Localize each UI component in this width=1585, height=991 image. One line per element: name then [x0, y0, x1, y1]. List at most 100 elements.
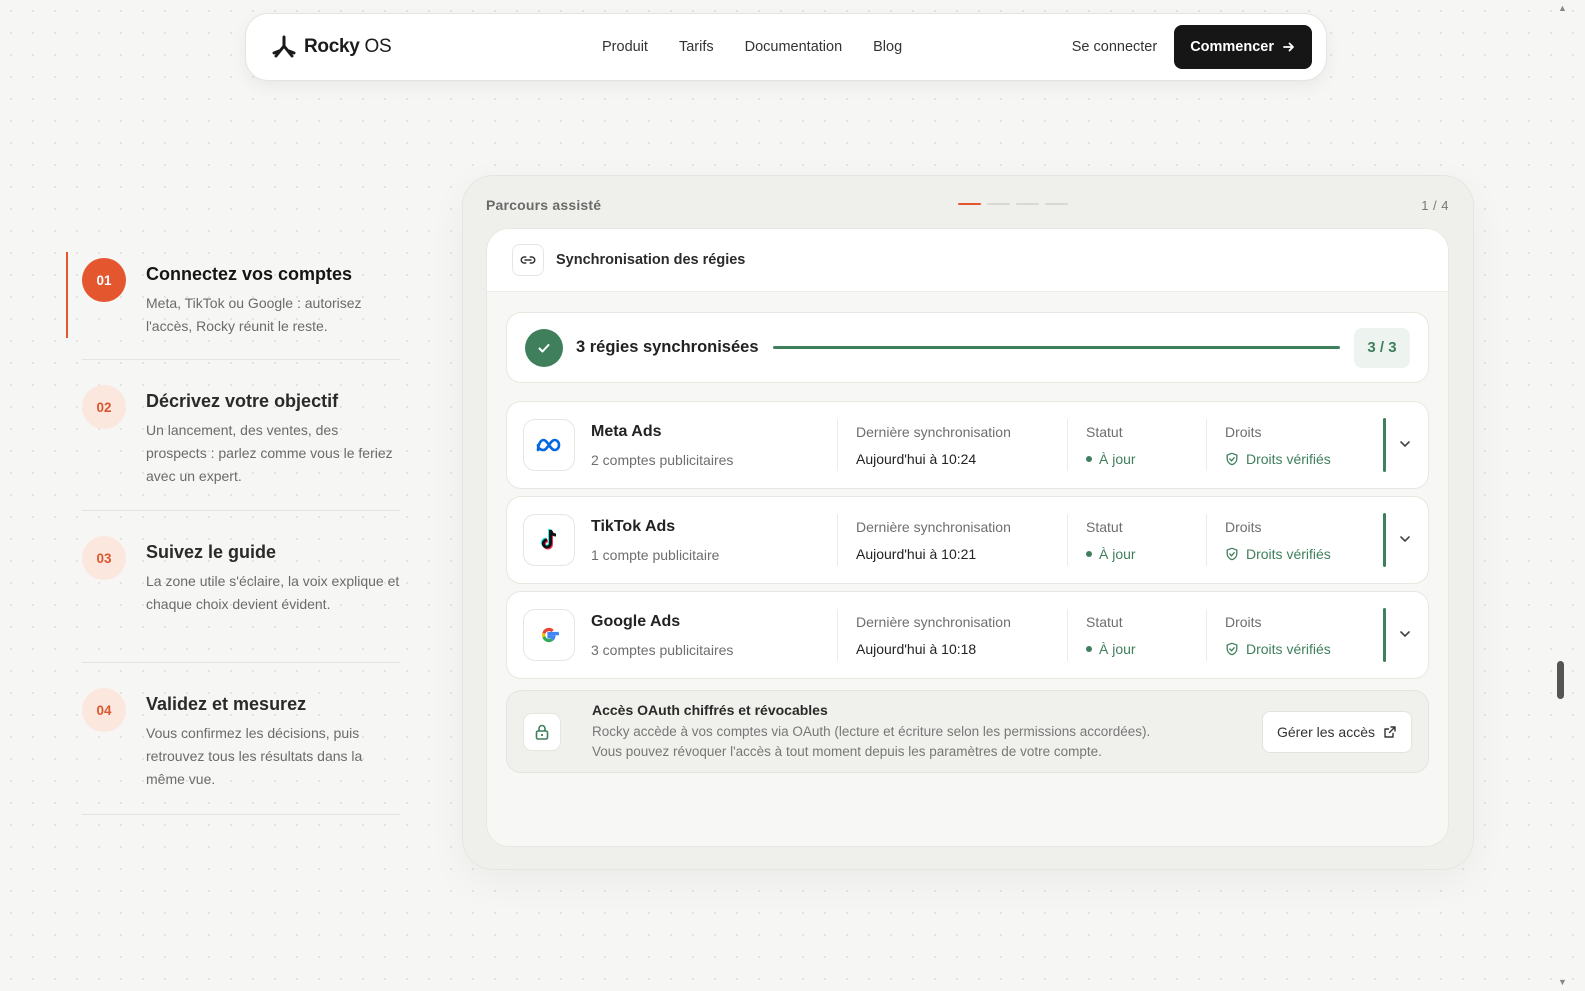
sync-card-title: Synchronisation des régies — [556, 252, 746, 268]
nav-actions: Se connecter Commencer — [1072, 25, 1312, 69]
step-number: 01 — [82, 258, 126, 302]
scrollbar-thumb[interactable] — [1557, 661, 1564, 699]
oauth-notice: Accès OAuth chiffrés et révocables Rocky… — [507, 691, 1428, 772]
step-description: Meta, TikTok ou Google : autorisez l'acc… — [146, 295, 362, 334]
status-label: Statut — [1086, 423, 1123, 440]
row-accent-bar — [1383, 513, 1386, 567]
step-title: Connectez vos comptes — [146, 264, 353, 284]
step-item-4[interactable]: 04 Validez et mesurez Vous confirmez les… — [66, 663, 400, 787]
rights-value: Droits vérifiés — [1246, 450, 1331, 467]
step-item-3[interactable]: 03 Suivez le guide La zone utile s'éclai… — [66, 511, 400, 635]
sync-count-badge: 3 / 3 — [1354, 327, 1410, 368]
platform-accounts: 2 comptes publicitaires — [591, 451, 734, 468]
step-number: 03 — [82, 536, 126, 580]
sync-summary-text: 3 régies synchronisées — [576, 338, 759, 356]
oauth-description-line-2: Vous pouvez révoquer l'accès à tout mome… — [592, 743, 1102, 759]
platform-name: Meta Ads — [591, 422, 662, 440]
scroll-up-arrow-icon[interactable]: ▲ — [1558, 3, 1567, 13]
last-sync-value: Aujourd'hui à 10:21 — [856, 545, 977, 562]
step-item-2[interactable]: 02 Décrivez votre objectif Un lancement,… — [66, 360, 400, 484]
step-title: Décrivez votre objectif — [146, 391, 339, 411]
row-accent-bar — [1383, 418, 1386, 472]
manage-access-button[interactable]: Gérer les accès — [1261, 711, 1412, 753]
step-number: 04 — [82, 688, 126, 732]
rights-label: Droits — [1225, 518, 1262, 535]
platform-accounts: 3 comptes publicitaires — [591, 641, 734, 658]
rights-badge: Droits vérifiés — [1225, 451, 1387, 467]
nav-link-blog[interactable]: Blog — [873, 39, 902, 55]
step-description: La zone utile s'éclaire, la voix expliqu… — [146, 573, 400, 612]
rights-label: Droits — [1225, 423, 1262, 440]
platform-name: Google Ads — [591, 612, 681, 630]
platform-name: TikTok Ads — [591, 517, 676, 535]
platform-accounts: 1 compte publicitaire — [591, 546, 720, 563]
sync-progress-fill — [772, 346, 1340, 349]
panel-title: Parcours assisté — [486, 197, 602, 213]
step-item-1[interactable]: 01 Connectez vos comptes Meta, TikTok ou… — [66, 252, 400, 338]
sync-card: Synchronisation des régies 3 régies sync… — [487, 229, 1448, 846]
sync-card-header: Synchronisation des régies — [487, 229, 1448, 292]
sync-progress-bar — [772, 346, 1340, 349]
rocky-logo-icon — [272, 35, 296, 58]
lock-icon — [523, 712, 561, 751]
link-icon — [512, 244, 544, 276]
chevron-down-icon[interactable] — [1397, 531, 1413, 547]
last-sync-label: Dernière synchronisation — [856, 423, 1011, 440]
top-navbar: Rocky OS Produit Tarifs Documentation Bl… — [246, 14, 1326, 80]
platform-list: Meta Ads 2 comptes publicitaires Dernièr… — [507, 402, 1428, 687]
step-divider — [82, 814, 400, 815]
rights-value: Droits vérifiés — [1246, 545, 1331, 562]
step-description: Vous confirmez les décisions, puis retro… — [146, 725, 363, 787]
meta-icon — [523, 419, 575, 471]
progress-dot[interactable] — [1016, 203, 1039, 205]
progress-dot[interactable] — [958, 203, 981, 205]
progress-dot[interactable] — [1045, 203, 1068, 205]
status-badge: À jour — [1086, 546, 1206, 562]
status-value: À jour — [1099, 450, 1136, 467]
arrow-right-icon — [1283, 42, 1294, 52]
platform-row-tiktok[interactable]: TikTok Ads 1 compte publicitaire Dernièr… — [507, 497, 1428, 583]
shield-check-icon — [1226, 452, 1238, 465]
main-menu: Produit Tarifs Documentation Blog — [602, 39, 902, 55]
tiktok-icon — [523, 514, 575, 566]
chevron-down-icon[interactable] — [1397, 436, 1413, 452]
last-sync-value: Aujourd'hui à 10:18 — [856, 640, 977, 657]
status-value: À jour — [1099, 640, 1136, 657]
rights-label: Droits — [1225, 613, 1262, 630]
sync-summary: 3 régies synchronisées 3 / 3 — [507, 313, 1428, 382]
step-number: 02 — [82, 385, 126, 429]
manage-access-label: Gérer les accès — [1276, 724, 1375, 740]
oauth-description-line-1: Rocky accède à vos comptes via OAuth (le… — [592, 723, 1151, 739]
brand-name: Rocky OS — [304, 36, 392, 57]
oauth-title: Accès OAuth chiffrés et révocables — [592, 701, 828, 718]
check-circle-icon — [525, 328, 563, 367]
last-sync-value: Aujourd'hui à 10:24 — [856, 450, 977, 467]
start-button[interactable]: Commencer — [1174, 25, 1312, 69]
chevron-down-icon[interactable] — [1397, 626, 1413, 642]
status-value: À jour — [1099, 545, 1136, 562]
rights-badge: Droits vérifiés — [1225, 546, 1387, 562]
row-accent-bar — [1383, 608, 1386, 662]
last-sync-label: Dernière synchronisation — [856, 518, 1011, 535]
shield-check-icon — [1226, 547, 1238, 560]
platform-row-meta[interactable]: Meta Ads 2 comptes publicitaires Dernièr… — [507, 402, 1428, 488]
nav-link-tarifs[interactable]: Tarifs — [679, 39, 714, 55]
guided-tour-panel: Parcours assisté 1 / 4 Synchronisation d… — [463, 176, 1473, 869]
start-button-label: Commencer — [1190, 39, 1274, 55]
status-label: Statut — [1086, 613, 1123, 630]
status-badge: À jour — [1086, 451, 1206, 467]
platform-row-google[interactable]: Google Ads 3 comptes publicitaires Derni… — [507, 592, 1428, 678]
panel-header: Parcours assisté 1 / 4 — [486, 195, 1449, 215]
external-link-icon — [1384, 726, 1396, 738]
step-description: Un lancement, des ventes, des prospects … — [146, 422, 393, 484]
login-link[interactable]: Se connecter — [1072, 39, 1157, 55]
progress-dot[interactable] — [987, 203, 1010, 205]
nav-link-documentation[interactable]: Documentation — [745, 39, 843, 55]
brand-logo[interactable]: Rocky OS — [272, 35, 602, 59]
steps-list: 01 Connectez vos comptes Meta, TikTok ou… — [66, 252, 400, 815]
rights-value: Droits vérifiés — [1246, 640, 1331, 657]
step-title: Suivez le guide — [146, 542, 277, 562]
scroll-down-arrow-icon[interactable]: ▼ — [1558, 977, 1567, 987]
progress-dots — [958, 203, 1068, 205]
nav-link-produit[interactable]: Produit — [602, 39, 648, 55]
